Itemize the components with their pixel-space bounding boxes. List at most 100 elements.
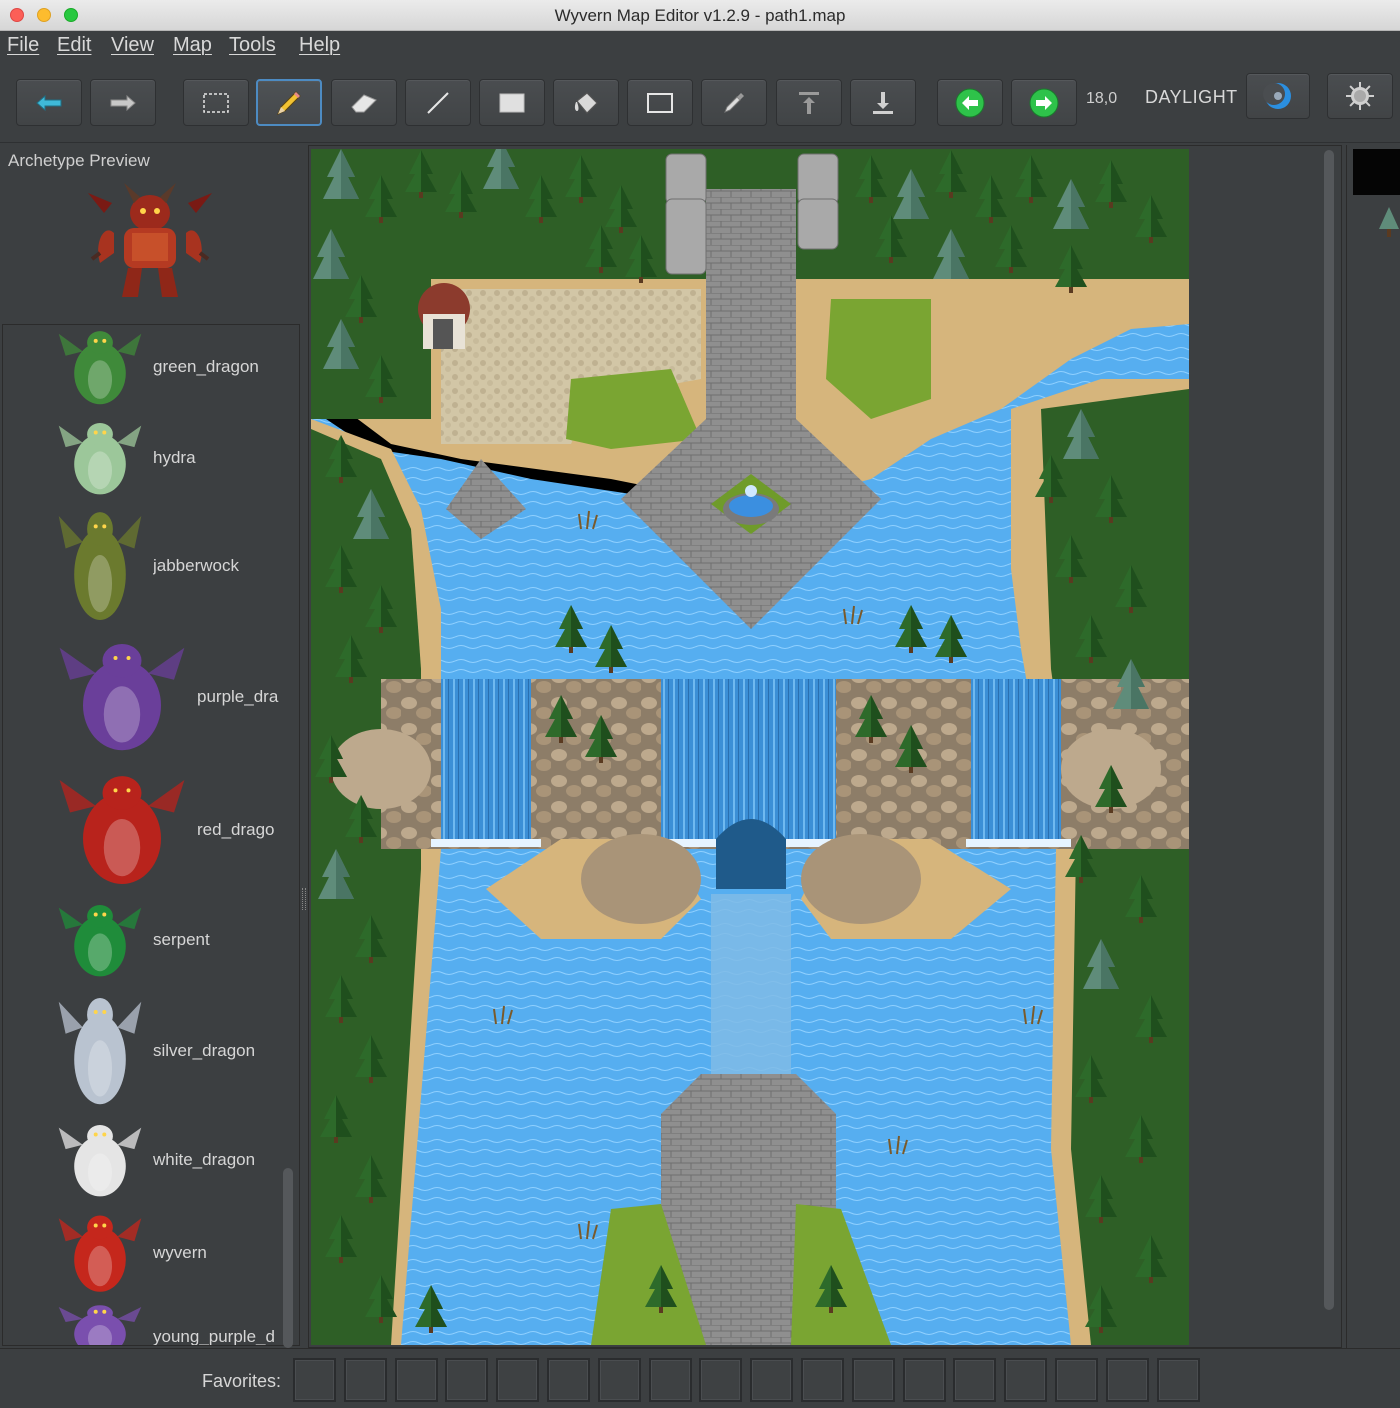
archetype-name: silver_dragon	[153, 1041, 256, 1060]
favorite-slot[interactable]	[1105, 1358, 1149, 1402]
moon-icon	[1263, 83, 1291, 109]
map-vertical-scrollbar[interactable]	[1324, 150, 1334, 1310]
favorite-slot[interactable]	[801, 1358, 844, 1402]
favorite-slot[interactable]	[547, 1358, 590, 1402]
archetype-name: green_dragon	[153, 357, 259, 376]
eyedropper-tool-button[interactable]	[701, 79, 767, 126]
favorite-slot[interactable]	[648, 1358, 692, 1402]
cursor-coordinates: 18,0	[1086, 90, 1118, 107]
title-bar: Wyvern Map Editor v1.2.9 - path1.map	[0, 0, 1400, 31]
eraser-icon	[351, 93, 377, 112]
next-map-icon	[1029, 88, 1059, 117]
archetype-item-purple-dra[interactable]: purple_dra	[3, 635, 283, 763]
menu-file[interactable]: File	[7, 34, 39, 57]
map-canvas[interactable]	[311, 149, 1189, 1345]
archetype-list[interactable]: green_dragonhydra jabberwock purple_drared…	[2, 324, 300, 1346]
archetype-item-hydra[interactable]: hydra	[3, 417, 283, 503]
menu-map[interactable]: Map	[173, 34, 212, 57]
dragon-sprite-icon	[59, 776, 185, 884]
back-arrow-icon	[36, 94, 62, 111]
dragon-sprite-icon	[59, 643, 185, 751]
dragon-sprite-icon	[58, 997, 142, 1105]
dragon-sprite-icon	[58, 423, 142, 495]
archetype-name: red_drago	[197, 820, 275, 839]
select-rectangle-icon	[203, 92, 229, 113]
archetype-item-green-dragon[interactable]: green_dragon	[3, 325, 283, 413]
archetype-item-wyvern[interactable]: wyvern	[3, 1209, 283, 1301]
favorite-slot[interactable]	[293, 1358, 336, 1402]
eraser-tool-button[interactable]	[331, 79, 397, 126]
line-icon	[427, 91, 449, 114]
archetype-name: wyvern	[153, 1243, 207, 1262]
select-tool-button[interactable]	[183, 79, 249, 126]
map-tiles[interactable]	[311, 149, 1189, 1345]
archetype-item-young-purple-d[interactable]: young_purple_d	[3, 1301, 283, 1346]
archetype-list-scrollbar[interactable]	[283, 1168, 293, 1348]
archetype-name: young_purple_d	[153, 1327, 275, 1346]
favorite-slot[interactable]	[699, 1358, 743, 1402]
next-map-button[interactable]	[1011, 79, 1077, 126]
menu-edit[interactable]: Edit	[57, 34, 91, 57]
archetype-panel: Archetype Preview green_dragonhydra jabbe…	[0, 143, 306, 1348]
pencil-icon	[277, 90, 301, 115]
archetype-name: white_dragon	[153, 1150, 256, 1169]
tree-thumbnail-icon	[1379, 207, 1399, 237]
favorite-slot[interactable]	[597, 1358, 641, 1402]
lighting-toggle-button[interactable]	[1246, 73, 1310, 119]
favorite-slot[interactable]	[953, 1358, 997, 1402]
menu-help[interactable]: Help	[299, 34, 340, 57]
menu-bar: File Edit View Map Tools Help	[0, 31, 1400, 61]
archetype-preview-label: Archetype Preview	[8, 151, 150, 170]
archetype-name: jabberwock	[153, 556, 239, 575]
dragon-sprite-icon	[58, 905, 142, 977]
undo-button[interactable]	[16, 79, 82, 126]
filled-rectangle-icon	[499, 93, 525, 112]
rectangle-outline-tool-button[interactable]	[627, 79, 693, 126]
panel-splitter-handle[interactable]	[302, 888, 306, 910]
favorite-slot[interactable]	[496, 1358, 540, 1402]
favorite-slot[interactable]	[1055, 1358, 1098, 1402]
favorite-slot[interactable]	[1156, 1358, 1200, 1402]
fill-bucket-icon	[574, 91, 598, 114]
dragon-sprite-icon	[58, 1215, 142, 1292]
tile-preview	[1353, 149, 1400, 195]
forward-arrow-icon	[110, 94, 136, 111]
archetype-item-silver-dragon[interactable]: silver_dragon	[3, 989, 283, 1117]
redo-button[interactable]	[90, 79, 156, 126]
favorites-bar: Favorites:	[0, 1348, 1400, 1408]
lower-layer-icon	[873, 91, 893, 114]
archetype-item-red-drago[interactable]: red_drago	[3, 767, 283, 897]
map-view[interactable]	[308, 145, 1342, 1348]
flood-fill-tool-button[interactable]	[553, 79, 619, 126]
favorite-slot[interactable]	[902, 1358, 946, 1402]
menu-tools[interactable]: Tools	[229, 34, 276, 57]
favorite-slot[interactable]	[851, 1358, 895, 1402]
archetype-name: purple_dra	[197, 687, 279, 706]
archetype-item-white-dragon[interactable]: white_dragon	[3, 1119, 283, 1205]
favorite-slot[interactable]	[445, 1358, 489, 1402]
archetype-name: serpent	[153, 930, 210, 949]
previous-map-button[interactable]	[937, 79, 1003, 126]
lighting-mode-label: DAYLIGHT	[1145, 87, 1238, 107]
dragon-sprite-icon	[58, 512, 142, 620]
dragon-sprite-icon	[58, 331, 142, 405]
favorite-slot[interactable]	[1004, 1358, 1048, 1402]
archetype-item-serpent[interactable]: serpent	[3, 899, 283, 985]
layer-preview-panel	[1346, 145, 1400, 1348]
fill-rectangle-tool-button[interactable]	[479, 79, 545, 126]
archetype-name: hydra	[153, 448, 196, 467]
favorite-slot[interactable]	[343, 1358, 387, 1402]
favorites-label: Favorites:	[202, 1371, 282, 1391]
raise-layer-icon	[799, 91, 819, 114]
favorite-slot[interactable]	[750, 1358, 794, 1402]
archetype-item-jabberwock[interactable]: jabberwock	[3, 503, 283, 633]
pencil-tool-button[interactable]	[256, 79, 322, 126]
previous-map-icon	[955, 88, 985, 117]
menu-view[interactable]: View	[111, 34, 154, 57]
dragon-sprite-icon	[58, 1305, 142, 1345]
line-tool-button[interactable]	[405, 79, 471, 126]
favorite-slot[interactable]	[394, 1358, 438, 1402]
lower-layer-button[interactable]	[850, 79, 916, 126]
raise-layer-button[interactable]	[776, 79, 842, 126]
settings-button[interactable]	[1327, 73, 1393, 119]
